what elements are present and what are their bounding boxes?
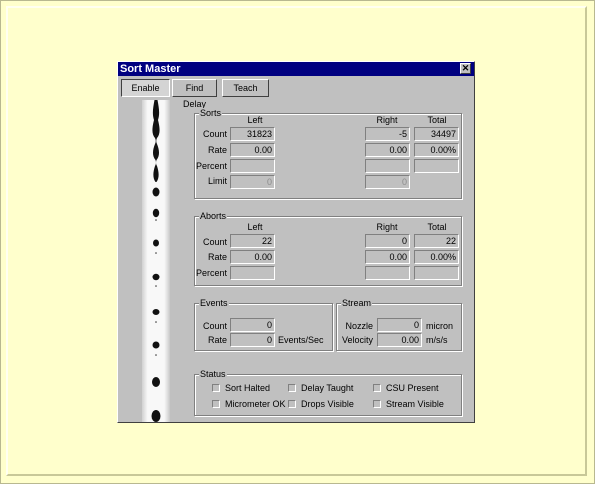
- checkbox-icon: [288, 400, 296, 408]
- enable-button[interactable]: Enable: [121, 79, 170, 97]
- find-delay-button[interactable]: Find Delay: [172, 79, 217, 109]
- sorts-total-header: Total: [427, 115, 447, 125]
- aborts-count-right: 0: [365, 234, 410, 248]
- sorts-count-right: -5: [365, 127, 410, 141]
- stream-nozzle-value: 0: [377, 318, 422, 332]
- aborts-rate-label: Rate: [207, 252, 227, 262]
- delay-taught-label: Delay Taught: [301, 383, 354, 393]
- close-icon: ✕: [461, 63, 470, 73]
- csu-present-label: CSU Present: [386, 383, 439, 393]
- sorts-group-title: Sorts: [199, 108, 223, 119]
- stream-visible-label: Stream Visible: [386, 399, 444, 409]
- micrometer-ok-checkbox[interactable]: Micrometer OK: [212, 399, 287, 410]
- events-rate-unit: Events/Sec: [278, 335, 324, 345]
- teach-button[interactable]: Teach: [222, 79, 269, 97]
- sorts-right-header: Right: [376, 115, 398, 125]
- status-group: Status Sort Halted Delay Taught CSU Pres…: [194, 369, 462, 416]
- droplet-stream-image: [142, 100, 170, 422]
- sorts-count-total: 34497: [414, 127, 459, 141]
- aborts-count-label: Count: [202, 237, 227, 247]
- aborts-percent-right: [365, 266, 410, 280]
- sorts-rate-total: 0.00%: [414, 143, 459, 157]
- stream-group: Stream Nozzle Velocity 0 0.00 micron m/s…: [336, 298, 462, 351]
- sorts-limit-right-input[interactable]: 0: [365, 175, 410, 189]
- stream-velocity-value: 0.00: [377, 333, 422, 347]
- drops-visible-label: Drops Visible: [301, 399, 354, 409]
- sorts-limit-label: Limit: [207, 176, 227, 186]
- events-count-label: Count: [202, 321, 227, 331]
- aborts-count-left: 22: [230, 234, 275, 248]
- stream-nozzle-label: Nozzle: [345, 321, 373, 331]
- aborts-right-header: Right: [376, 222, 398, 232]
- stream-visible-checkbox[interactable]: Stream Visible: [373, 399, 453, 410]
- aborts-count-total: 22: [414, 234, 459, 248]
- aborts-rate-right: 0.00: [365, 250, 410, 264]
- sorts-count-label: Count: [202, 129, 227, 139]
- delay-taught-checkbox[interactable]: Delay Taught: [288, 383, 358, 394]
- events-rate-value: 0: [230, 333, 275, 347]
- checkbox-icon: [212, 384, 220, 392]
- stream-image: [142, 100, 170, 422]
- stream-nozzle-unit: micron: [426, 321, 454, 331]
- sorts-count-left: 31823: [230, 127, 275, 141]
- events-group: Events Count Rate 0 0 Events/Sec: [194, 298, 333, 351]
- sorts-percent-label: Percent: [195, 161, 227, 171]
- window-title: Sort Master: [120, 63, 181, 75]
- events-count-value: 0: [230, 318, 275, 332]
- stream-group-title: Stream: [341, 298, 373, 309]
- sorts-limit-left-input[interactable]: 0: [230, 175, 275, 189]
- micrometer-ok-label: Micrometer OK: [225, 399, 286, 409]
- sort-halted-label: Sort Halted: [225, 383, 271, 393]
- sorts-rate-left: 0.00: [230, 143, 275, 157]
- events-rate-label: Rate: [207, 335, 227, 345]
- sorts-percent-total: [414, 159, 459, 173]
- sort-halted-checkbox[interactable]: Sort Halted: [212, 383, 282, 394]
- csu-present-checkbox[interactable]: CSU Present: [373, 383, 453, 394]
- aborts-percent-label: Percent: [195, 268, 227, 278]
- checkbox-icon: [373, 384, 381, 392]
- aborts-rate-left: 0.00: [230, 250, 275, 264]
- checkbox-icon: [212, 400, 220, 408]
- sorts-left-header: Left: [247, 115, 263, 125]
- stream-velocity-label: Velocity: [341, 335, 373, 345]
- drops-visible-checkbox[interactable]: Drops Visible: [288, 399, 363, 410]
- aborts-left-header: Left: [247, 222, 263, 232]
- sorts-rate-right: 0.00: [365, 143, 410, 157]
- events-group-title: Events: [199, 298, 229, 309]
- sorts-percent-left: [230, 159, 275, 173]
- sort-master-window: Sort Master ✕ Enable Find Delay Teach So…: [117, 61, 475, 423]
- title-bar: Sort Master ✕: [118, 62, 474, 76]
- aborts-rate-total: 0.00%: [414, 250, 459, 264]
- aborts-group-title: Aborts: [199, 211, 228, 222]
- aborts-percent-left: [230, 266, 275, 280]
- sorts-percent-right: [365, 159, 410, 173]
- aborts-percent-total: [414, 266, 459, 280]
- sorts-group: Sorts Left Right Total Count Rate Percen…: [194, 108, 462, 199]
- checkbox-icon: [373, 400, 381, 408]
- stream-velocity-unit: m/s/s: [426, 335, 448, 345]
- aborts-group: Aborts Left Right Total Count Rate Perce…: [194, 211, 462, 286]
- status-group-title: Status: [199, 369, 227, 380]
- close-button[interactable]: ✕: [460, 63, 471, 74]
- aborts-total-header: Total: [427, 222, 447, 232]
- checkbox-icon: [288, 384, 296, 392]
- sorts-rate-label: Rate: [207, 145, 227, 155]
